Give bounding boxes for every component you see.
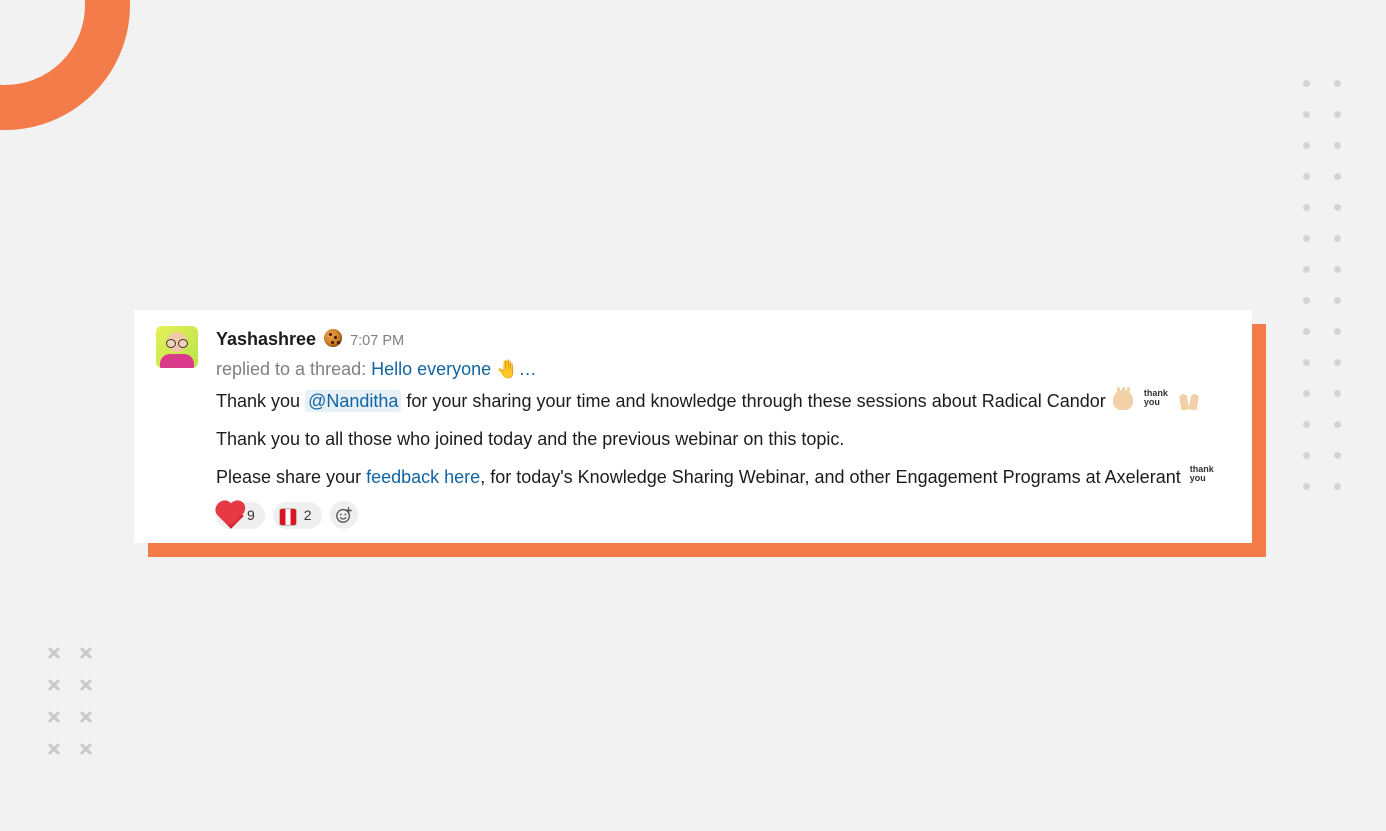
text: Please share your — [216, 467, 366, 487]
text: Thank you — [216, 391, 305, 411]
mention[interactable]: @Nanditha — [305, 390, 401, 412]
avatar[interactable] — [156, 326, 198, 368]
add-reaction-icon — [335, 506, 353, 524]
decorative-dots — [1303, 80, 1341, 490]
decorative-arc — [0, 0, 130, 130]
author-name[interactable]: Yashashree — [216, 326, 316, 354]
flag-icon — [279, 508, 297, 526]
decorative-crosses — [47, 646, 93, 756]
clap-icon — [1113, 390, 1133, 410]
add-reaction-button[interactable] — [330, 501, 358, 529]
heart-icon — [218, 504, 243, 529]
thankyou-icon: thankyou — [1142, 388, 1170, 408]
message: Yashashree 7:07 PM replied to a thread: … — [134, 310, 1252, 543]
raised-hands-icon — [1179, 390, 1199, 410]
thread-prefix: replied to a thread: — [216, 359, 366, 379]
feedback-link[interactable]: feedback here — [366, 467, 480, 487]
message-body: Yashashree 7:07 PM replied to a thread: … — [216, 326, 1230, 529]
reactions-bar: 9 2 — [216, 501, 1230, 529]
reaction-flag[interactable]: 2 — [273, 502, 322, 530]
thankyou-icon: thankyou — [1188, 464, 1216, 484]
thread-reference: replied to a thread: Hello everyone 🤚… — [216, 356, 1230, 384]
text: for your sharing your time and knowledge… — [401, 391, 1110, 411]
reaction-heart[interactable]: 9 — [216, 502, 265, 530]
reaction-count: 2 — [304, 505, 312, 527]
reaction-count: 9 — [247, 505, 255, 527]
thread-ellipsis: … — [519, 359, 537, 379]
message-paragraph-3: Please share your feedback here, for tod… — [216, 464, 1230, 492]
message-paragraph-1: Thank you @Nanditha for your sharing you… — [216, 388, 1230, 416]
message-timestamp[interactable]: 7:07 PM — [350, 330, 404, 352]
text: , for today's Knowledge Sharing Webinar,… — [480, 467, 1186, 487]
message-header: Yashashree 7:07 PM — [216, 326, 1230, 354]
message-paragraph-2: Thank you to all those who joined today … — [216, 426, 1230, 454]
message-card: Yashashree 7:07 PM replied to a thread: … — [134, 310, 1252, 543]
cookie-icon — [324, 329, 342, 347]
thread-link[interactable]: Hello everyone 🤚… — [371, 359, 537, 379]
wave-icon: 🤚 — [496, 359, 518, 379]
thread-title: Hello everyone — [371, 359, 491, 379]
